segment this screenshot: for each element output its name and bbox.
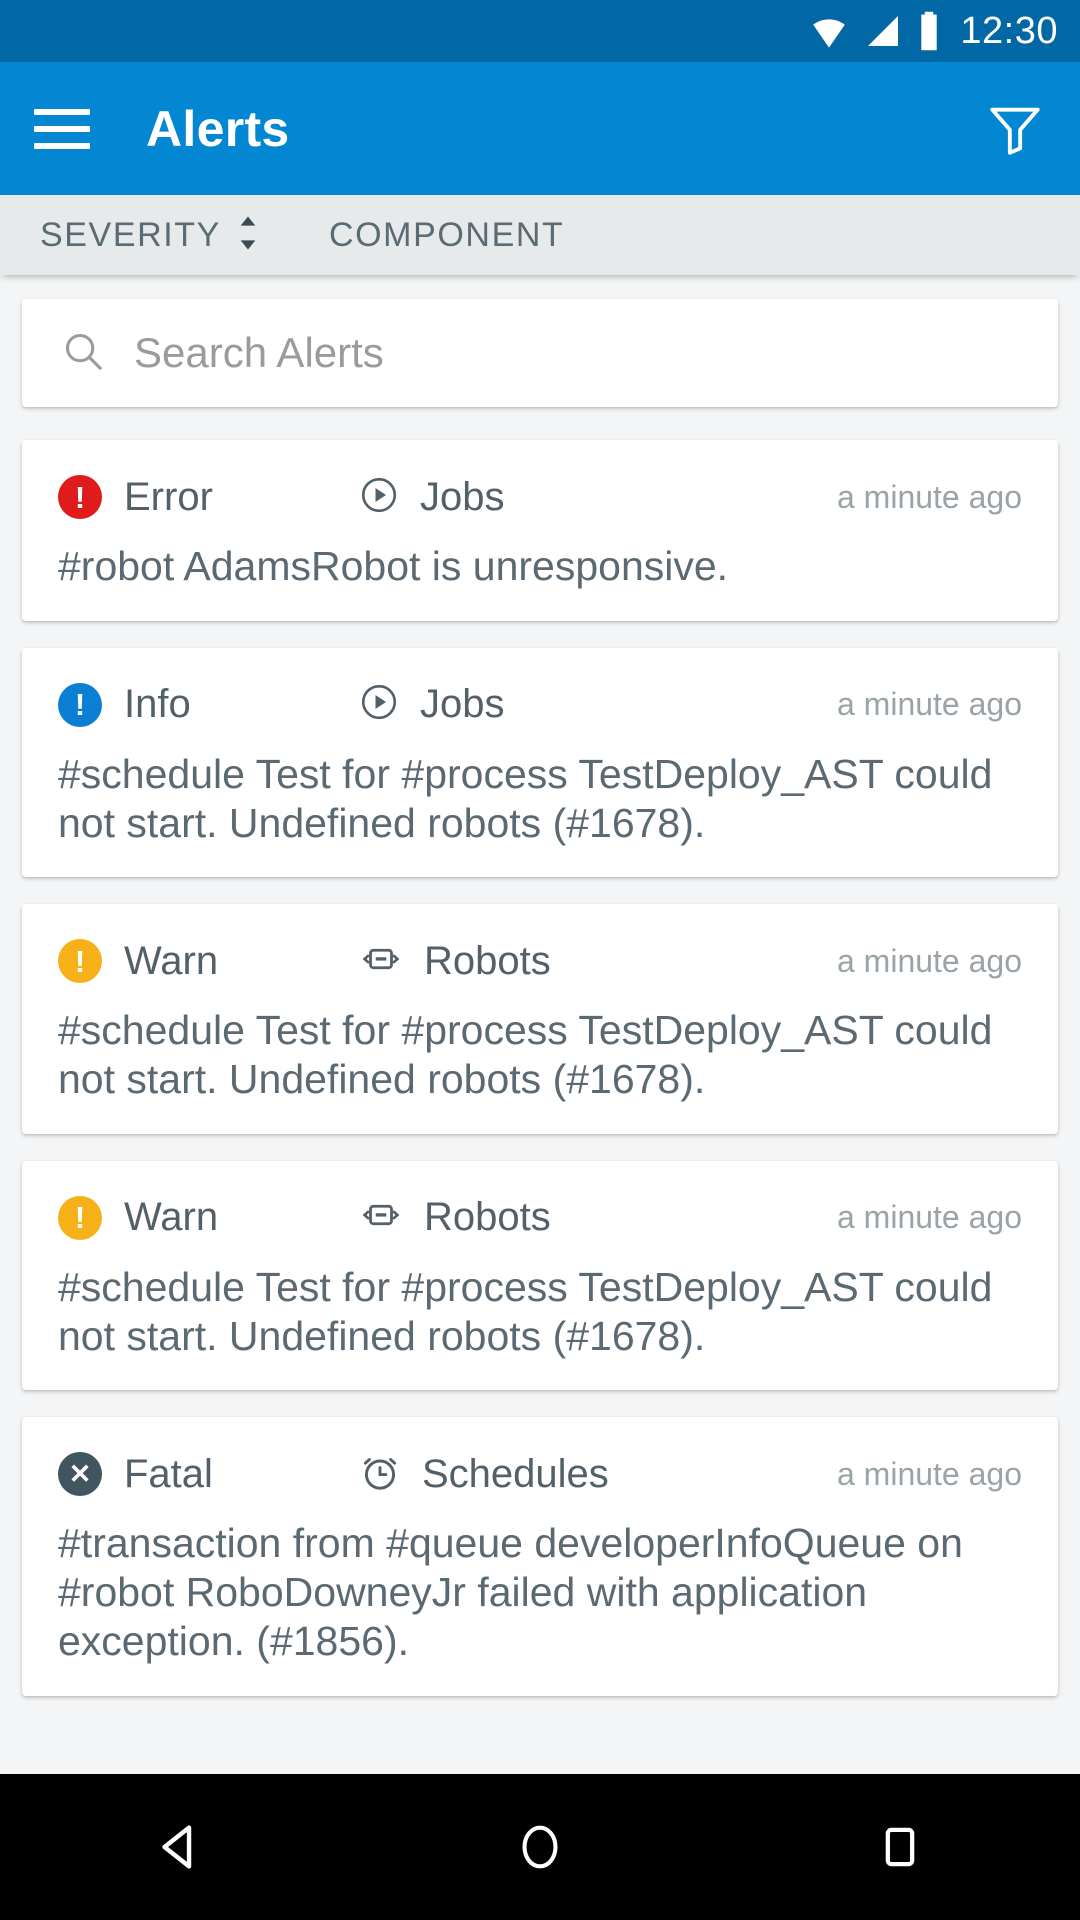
alert-message: #robot AdamsRobot is unresponsive. xyxy=(58,543,729,589)
alerts-list-container[interactable]: Search Alerts ! Error Jobs a minute ago … xyxy=(0,275,1080,1774)
play-circle-icon xyxy=(358,681,400,728)
severity-glyph: ! xyxy=(74,479,86,515)
page-title: Alerts xyxy=(146,100,290,157)
alert-card[interactable]: ! Error Jobs a minute ago #robot AdamsRo… xyxy=(22,440,1058,621)
severity-icon-warn: ! xyxy=(58,1195,102,1240)
component-label: Jobs xyxy=(420,474,505,519)
recents-button[interactable] xyxy=(810,1820,990,1874)
severity-badge: ✕ Fatal xyxy=(58,1452,358,1497)
alarm-clock-icon xyxy=(358,1450,402,1499)
component-info: Schedules xyxy=(358,1450,609,1499)
search-bar[interactable]: Search Alerts xyxy=(22,299,1058,407)
alert-card[interactable]: ! Warn Robots a minute ago #schedule Tes… xyxy=(22,904,1058,1134)
severity-glyph: ! xyxy=(74,687,86,723)
component-label: Robots xyxy=(424,938,551,983)
wifi-icon xyxy=(808,11,850,51)
severity-badge: ! Info xyxy=(58,682,358,727)
alert-timestamp: a minute ago xyxy=(836,478,1022,515)
alert-message: #schedule Test for #process TestDeploy_A… xyxy=(58,750,993,846)
severity-icon-error: ! xyxy=(58,475,102,519)
severity-icon-fatal: ✕ xyxy=(58,1452,102,1497)
robot-icon xyxy=(358,938,404,985)
severity-badge: ! Error xyxy=(58,475,358,520)
app-bar: Alerts xyxy=(0,62,1080,195)
severity-label: Warn xyxy=(124,938,219,983)
alert-message: #schedule Test for #process TestDeploy_A… xyxy=(58,1263,993,1359)
hamburger-menu-icon[interactable] xyxy=(34,108,90,149)
robot-icon xyxy=(358,1194,404,1241)
component-info: Robots xyxy=(358,1194,551,1241)
severity-glyph: ! xyxy=(74,1200,86,1236)
sort-tab-component[interactable]: COMPONENT xyxy=(329,216,564,255)
severity-icon-info: ! xyxy=(58,682,102,727)
cellular-signal-icon xyxy=(862,11,904,51)
alert-message: #schedule Test for #process TestDeploy_A… xyxy=(58,1007,993,1103)
severity-icon-warn: ! xyxy=(58,939,102,984)
search-icon xyxy=(60,328,106,379)
severity-glyph: ✕ xyxy=(68,1458,92,1489)
severity-label: Fatal xyxy=(124,1451,213,1496)
severity-label: Error xyxy=(124,474,213,519)
home-button[interactable] xyxy=(450,1818,630,1876)
severity-label: Info xyxy=(124,682,191,727)
severity-glyph: ! xyxy=(74,943,86,979)
sort-tab-severity[interactable]: SEVERITY xyxy=(40,211,261,260)
search-input[interactable]: Search Alerts xyxy=(134,329,384,377)
component-label: Jobs xyxy=(420,682,505,727)
alert-header: ! Info Jobs a minute ago xyxy=(58,674,1022,736)
battery-icon xyxy=(916,10,942,52)
component-info: Robots xyxy=(358,938,551,985)
component-info: Jobs xyxy=(358,681,505,728)
alert-card[interactable]: ! Warn Robots a minute ago #schedule Tes… xyxy=(22,1160,1058,1391)
severity-label: Warn xyxy=(124,1195,219,1240)
status-bar-clock: 12:30 xyxy=(960,9,1058,52)
sort-tab-component-label: COMPONENT xyxy=(328,215,565,254)
alert-card[interactable]: ✕ Fatal Schedules a minute ago #transact… xyxy=(22,1417,1058,1696)
alert-message: #transaction from #queue developerInfoQu… xyxy=(58,1520,963,1665)
alert-timestamp: a minute ago xyxy=(836,1455,1022,1492)
component-label: Schedules xyxy=(422,1451,609,1496)
alert-card[interactable]: ! Info Jobs a minute ago #schedule Test … xyxy=(22,647,1058,878)
alert-timestamp: a minute ago xyxy=(836,942,1022,979)
alert-header: ! Warn Robots a minute ago xyxy=(58,1187,1022,1249)
alert-header: ! Error Jobs a minute ago xyxy=(58,466,1022,528)
sort-bar: SEVERITY COMPONENT xyxy=(0,195,1080,275)
phone-screen: 12:30 Alerts SEVERITY COMPONENT Search A… xyxy=(0,0,1080,1920)
alert-header: ! Warn Robots a minute ago xyxy=(58,930,1022,992)
severity-badge: ! Warn xyxy=(58,939,358,984)
alert-timestamp: a minute ago xyxy=(836,686,1022,723)
sort-updown-icon xyxy=(235,211,261,260)
back-button[interactable] xyxy=(90,1816,270,1878)
filter-funnel-icon[interactable] xyxy=(984,98,1046,160)
play-circle-icon xyxy=(358,474,400,521)
component-label: Robots xyxy=(424,1195,551,1240)
status-bar: 12:30 xyxy=(0,0,1080,62)
severity-badge: ! Warn xyxy=(58,1195,358,1240)
sort-tab-severity-label: SEVERITY xyxy=(40,215,221,254)
component-info: Jobs xyxy=(358,474,505,521)
alert-header: ✕ Fatal Schedules a minute ago xyxy=(58,1443,1022,1505)
android-navigation-bar xyxy=(0,1774,1080,1920)
alert-timestamp: a minute ago xyxy=(836,1199,1022,1236)
